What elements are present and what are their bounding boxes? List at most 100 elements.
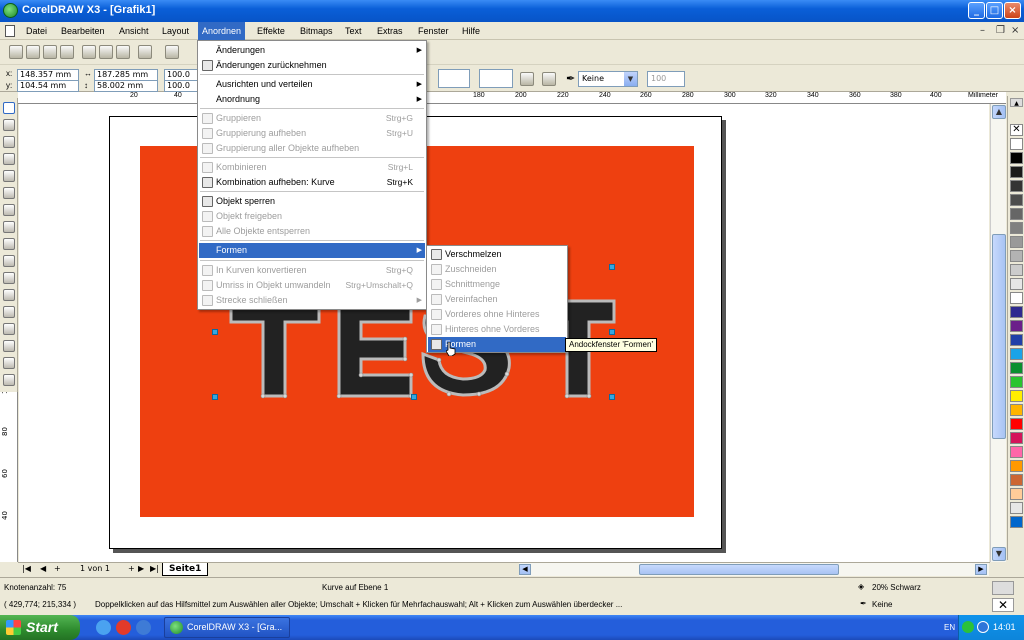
first-page-icon[interactable]: |◀ xyxy=(22,564,31,573)
minimize-button[interactable]: _ xyxy=(968,2,985,19)
freehand-tool-icon[interactable] xyxy=(3,170,15,182)
save-icon[interactable] xyxy=(43,45,57,59)
tray-network-icon[interactable] xyxy=(977,621,989,633)
anordnen-menu-item[interactable]: Objekt freigeben xyxy=(199,209,425,224)
selection-handle[interactable] xyxy=(212,394,218,400)
document-icon[interactable] xyxy=(5,25,15,37)
menu-layout[interactable]: Layout xyxy=(158,22,193,40)
start-button[interactable]: Start xyxy=(0,615,80,640)
to-front-icon[interactable] xyxy=(542,72,556,86)
polygon-tool-icon[interactable] xyxy=(3,238,15,250)
new-file-icon[interactable] xyxy=(9,45,23,59)
color-swatch[interactable] xyxy=(1010,404,1023,416)
mesh-fill-tool-icon[interactable] xyxy=(3,374,15,386)
wrap-text-icon[interactable] xyxy=(520,72,534,86)
anordnen-menu-item[interactable]: In Kurven konvertieren Strg+Q xyxy=(199,263,425,278)
outline-swatch-dropdown[interactable] xyxy=(479,69,513,88)
fill-swatch-dropdown[interactable] xyxy=(438,69,470,88)
outline-width-select[interactable]: Keine ▼ xyxy=(578,71,638,87)
selection-handle[interactable] xyxy=(411,394,417,400)
outline-swatch[interactable]: ✕ xyxy=(992,598,1014,612)
palette-scroll-up-icon[interactable]: ▲ xyxy=(1010,98,1023,107)
scale-y-field[interactable]: 100.0 xyxy=(164,80,198,92)
color-swatch[interactable] xyxy=(1010,264,1023,276)
fill-status[interactable]: 20% Schwarz xyxy=(872,583,921,592)
anordnen-menu-item[interactable]: Umriss in Objekt umwandeln Strg+Umschalt+… xyxy=(199,278,425,293)
cut-icon[interactable] xyxy=(82,45,96,59)
anordnen-menu-item[interactable]: Änderungen ▶ xyxy=(199,43,425,58)
pick-tool-icon[interactable] xyxy=(3,102,15,114)
copy-icon[interactable] xyxy=(99,45,113,59)
anordnen-menu-item[interactable]: Formen ▶ xyxy=(199,243,425,258)
next-page-icon[interactable]: ▶ xyxy=(138,564,144,573)
formen-submenu-item[interactable]: Verschmelzen xyxy=(428,247,566,262)
fill-swatch[interactable] xyxy=(992,581,1014,595)
fill-tool-icon[interactable] xyxy=(3,340,15,352)
formen-submenu-item[interactable]: Hinteres ohne Vorderes xyxy=(428,322,566,337)
color-swatch[interactable] xyxy=(1010,362,1023,374)
zoom-tool-icon[interactable] xyxy=(3,153,15,165)
menu-ansicht[interactable]: Ansicht xyxy=(115,22,153,40)
color-swatch[interactable] xyxy=(1010,292,1023,304)
color-swatch[interactable] xyxy=(1010,208,1023,220)
color-swatch[interactable] xyxy=(1010,376,1023,388)
color-swatch[interactable] xyxy=(1010,152,1023,164)
tray-icon[interactable] xyxy=(962,621,974,633)
color-swatch[interactable] xyxy=(1010,320,1023,332)
ie-blue-icon[interactable] xyxy=(136,620,151,635)
outline-status[interactable]: Keine xyxy=(872,600,892,609)
color-swatch[interactable] xyxy=(1010,516,1023,528)
anordnen-menu-item[interactable]: Alle Objekte entsperren xyxy=(199,224,425,239)
ellipse-tool-icon[interactable] xyxy=(3,221,15,233)
scroll-up-icon[interactable]: ▲ xyxy=(992,105,1006,119)
add-page-end-icon[interactable]: + xyxy=(128,564,135,573)
selection-handle[interactable] xyxy=(212,329,218,335)
anordnen-menu-item[interactable]: Gruppierung aller Objekte aufheben xyxy=(199,141,425,156)
redo-icon[interactable] xyxy=(165,45,179,59)
color-swatch[interactable] xyxy=(1010,488,1023,500)
scroll-right-icon[interactable]: ▶ xyxy=(975,564,987,575)
color-swatch[interactable] xyxy=(1010,138,1023,150)
anordnen-menu-item[interactable]: Strecke schließen ▶ xyxy=(199,293,425,308)
menu-bitmaps[interactable]: Bitmaps xyxy=(296,22,337,40)
anordnen-menu-item[interactable]: Kombinieren Strg+L xyxy=(199,160,425,175)
color-swatch[interactable] xyxy=(1010,446,1023,458)
menu-anordnen[interactable]: Anordnen xyxy=(198,22,246,40)
color-swatch[interactable] xyxy=(1010,180,1023,192)
anordnen-menu-item[interactable]: Anordnung ▶ xyxy=(199,92,425,107)
anordnen-menu-item[interactable]: Ausrichten und verteilen ▶ xyxy=(199,77,425,92)
open-file-icon[interactable] xyxy=(26,45,40,59)
formen-submenu-item[interactable]: Zuschneiden xyxy=(428,262,566,277)
horizontal-scrollbar[interactable]: ◀ ▶ xyxy=(519,563,989,576)
eyedropper-tool-icon[interactable] xyxy=(3,306,15,318)
color-swatch[interactable] xyxy=(1010,222,1023,234)
scroll-down-icon[interactable]: ▼ xyxy=(992,547,1006,561)
crop-tool-icon[interactable] xyxy=(3,136,15,148)
vertical-scroll-thumb[interactable] xyxy=(992,234,1006,439)
color-swatch[interactable] xyxy=(1010,306,1023,318)
color-swatch[interactable] xyxy=(1010,502,1023,514)
color-swatch[interactable] xyxy=(1010,432,1023,444)
print-icon[interactable] xyxy=(60,45,74,59)
doc-restore-icon[interactable]: ❐ xyxy=(996,25,1005,36)
last-page-icon[interactable]: ▶| xyxy=(150,564,159,573)
y-position-field[interactable]: 104.54 mm xyxy=(17,80,79,92)
horizontal-scroll-thumb[interactable] xyxy=(639,564,839,575)
text-tool-icon[interactable] xyxy=(3,272,15,284)
outline-tool-icon[interactable] xyxy=(3,323,15,335)
menu-effekte[interactable]: Effekte xyxy=(253,22,289,40)
height-field[interactable]: 58.002 mm xyxy=(94,80,158,92)
anordnen-menu-item[interactable]: Objekt sperren xyxy=(199,194,425,209)
close-button[interactable]: × xyxy=(1004,2,1021,19)
taskbar-coreldraw-button[interactable]: CorelDRAW X3 - [Gra... xyxy=(164,617,290,638)
interactive-fill-tool-icon[interactable] xyxy=(3,357,15,369)
horizontal-ruler[interactable]: 20 40 180 200 220 240 260 280 300 320 34… xyxy=(18,92,1006,104)
anordnen-menu-item[interactable]: Gruppieren Strg+G xyxy=(199,111,425,126)
anordnen-menu-item[interactable]: Kombination aufheben: Kurve Strg+K xyxy=(199,175,425,190)
selection-handle[interactable] xyxy=(609,394,615,400)
menu-hilfe[interactable]: Hilfe xyxy=(458,22,484,40)
formen-submenu-item[interactable]: Vereinfachen xyxy=(428,292,566,307)
color-swatch[interactable] xyxy=(1010,194,1023,206)
anordnen-menu-item[interactable]: Änderungen zurücknehmen xyxy=(199,58,425,73)
interactive-blend-tool-icon[interactable] xyxy=(3,289,15,301)
